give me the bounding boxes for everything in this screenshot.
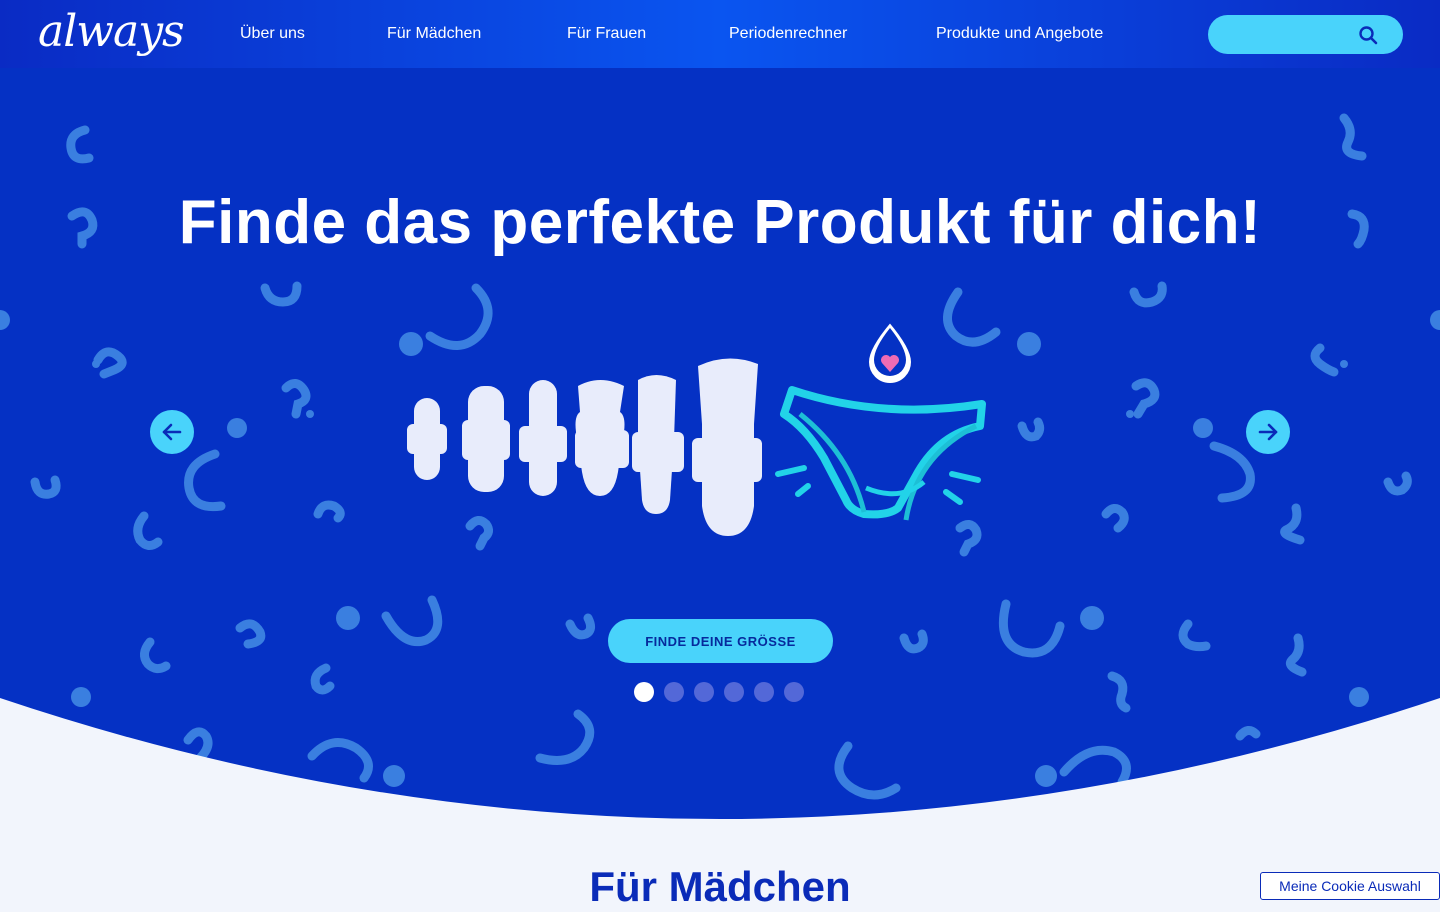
search-icon[interactable]: [1358, 25, 1378, 45]
find-your-size-button[interactable]: FINDE DEINE GRÖSSE: [608, 619, 833, 663]
arrow-right-icon: [1258, 423, 1278, 441]
nav-item-fuer-frauen[interactable]: Für Frauen: [567, 24, 646, 44]
cookie-settings-button[interactable]: Meine Cookie Auswahl: [1260, 872, 1440, 900]
nav-item-periodenrechner[interactable]: Periodenrechner: [729, 24, 847, 44]
hero-curve-divider: [0, 698, 1440, 830]
always-logo[interactable]: always: [38, 2, 185, 62]
nav-item-ueber-uns[interactable]: Über uns: [240, 24, 305, 44]
site-header: always Über uns Für Mädchen Für Frauen P…: [0, 0, 1440, 68]
carousel-next-button[interactable]: [1246, 410, 1290, 454]
hero-title: Finde das perfekte Produkt für dich!: [178, 188, 1262, 257]
section-title-fuer-maedchen: Für Mädchen: [589, 863, 851, 910]
period-underwear-icon: [775, 320, 986, 521]
products-illustration: [407, 320, 986, 536]
nav-item-fuer-maedchen[interactable]: Für Mädchen: [387, 24, 481, 44]
carousel-prev-button[interactable]: [150, 410, 194, 454]
search-input[interactable]: [1226, 24, 1360, 46]
nav-item-produkte-und-angebote[interactable]: Produkte und Angebote: [936, 24, 1103, 44]
search-box: [1208, 15, 1403, 54]
arrow-left-icon: [162, 423, 182, 441]
